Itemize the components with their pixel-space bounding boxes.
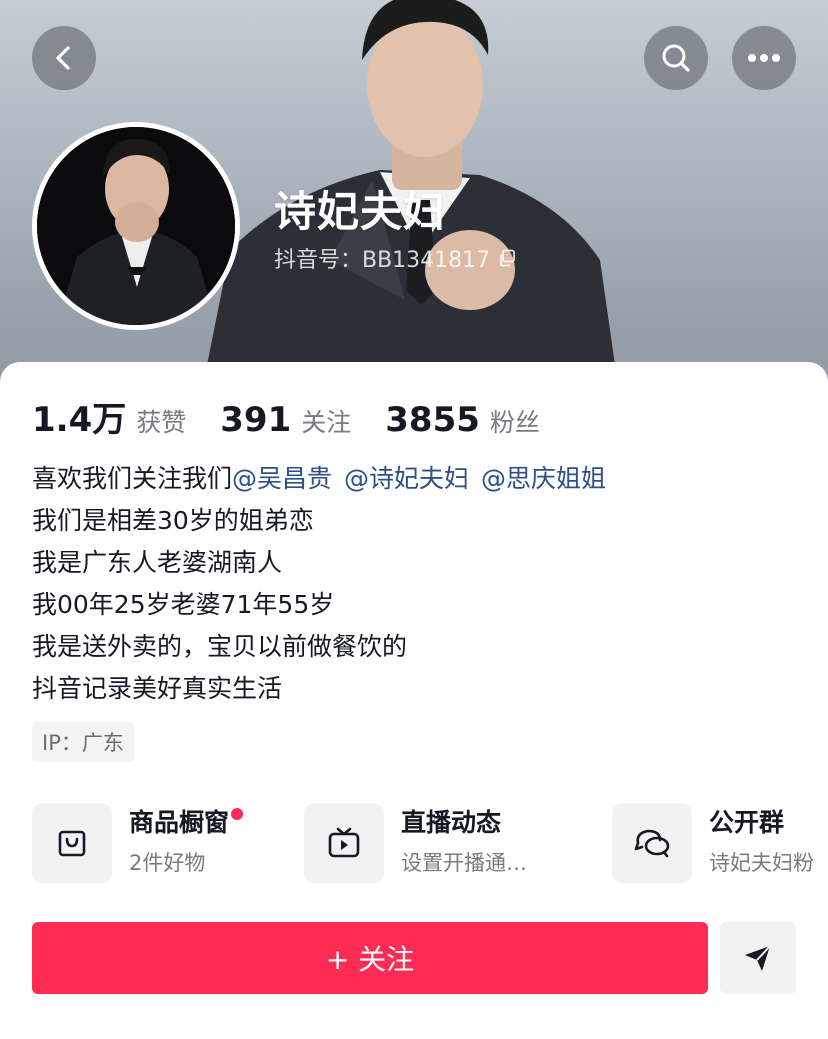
- profile-card: 1.4万 获赞 391 关注 3855 粉丝 喜欢我们关注我们@吴昌贵 @诗妃夫妇…: [0, 362, 828, 1039]
- more-dots-icon: [748, 54, 780, 62]
- stat-value: 1.4万: [32, 400, 127, 440]
- stat-value: 391: [220, 400, 292, 440]
- bio-text: 喜欢我们关注我们: [32, 464, 233, 493]
- feature-text: 商品橱窗 2件好物: [129, 806, 244, 880]
- stat-followers[interactable]: 3855 粉丝: [385, 400, 540, 440]
- feature-subtitle: 2件好物: [129, 851, 206, 875]
- chat-bubbles-icon: [634, 829, 670, 858]
- stat-label: 关注: [301, 408, 352, 437]
- feature-icon-box: [32, 803, 112, 883]
- stats-row: 1.4万 获赞 391 关注 3855 粉丝: [32, 392, 574, 441]
- feature-subtitle: 设置开播通…: [401, 851, 527, 875]
- profile-banner: 诗妃夫妇 抖音号：BB1341817: [0, 0, 828, 400]
- send-arrow-icon: [745, 945, 771, 971]
- douyin-id-row[interactable]: 抖音号：BB1341817: [274, 242, 516, 274]
- feature-showcase[interactable]: 商品橱窗 2件好物: [32, 802, 244, 884]
- bio-line: 抖音记录美好真实生活: [32, 674, 283, 703]
- feature-icon-box: [612, 803, 692, 883]
- nickname: 诗妃夫妇: [274, 187, 447, 236]
- feature-group[interactable]: 公开群 诗妃夫妇粉: [612, 802, 814, 884]
- feature-title: 直播动态: [401, 808, 502, 837]
- feature-entries: 商品橱窗 2件好物 直播动态 设置开播通… 公开群 诗妃夫妇粉: [32, 802, 828, 884]
- feature-subtitle: 诗妃夫妇粉: [709, 851, 814, 875]
- tv-live-icon: [328, 827, 360, 858]
- bio-line: 我们是相差30岁的姐弟恋: [32, 506, 314, 535]
- bio: 喜欢我们关注我们@吴昌贵 @诗妃夫妇 @思庆姐姐 我们是相差30岁的姐弟恋 我是广东…: [32, 458, 802, 710]
- back-arrow-icon: [56, 46, 70, 70]
- stat-label: 粉丝: [489, 408, 540, 437]
- follow-button[interactable]: + 关注: [32, 922, 708, 994]
- avatar-photo: [37, 127, 235, 325]
- notification-dot: [231, 808, 244, 820]
- feature-live[interactable]: 直播动态 设置开播通…: [304, 802, 527, 884]
- search-icon: [662, 44, 690, 72]
- back-button[interactable]: [32, 26, 96, 90]
- search-button[interactable]: [644, 26, 708, 90]
- mention-link[interactable]: @思庆姐姐: [481, 464, 606, 493]
- mention-link[interactable]: @吴昌贵: [232, 464, 332, 493]
- feature-title: 公开群: [709, 808, 785, 837]
- avatar[interactable]: [32, 122, 240, 330]
- stat-value: 3855: [385, 400, 480, 440]
- feature-text: 直播动态 设置开播通…: [401, 806, 527, 880]
- shopping-bag-icon: [58, 830, 86, 857]
- bio-line: 我00年25岁老婆71年55岁: [32, 590, 335, 619]
- share-button[interactable]: [720, 922, 796, 994]
- bio-line: 我是广东人老婆湖南人: [32, 548, 283, 577]
- bio-line: 喜欢我们关注我们@吴昌贵 @诗妃夫妇 @思庆姐姐: [32, 458, 802, 500]
- ip-location-tag: IP：广东: [32, 722, 134, 762]
- feature-icon-box: [304, 803, 384, 883]
- mention-link[interactable]: @诗妃夫妇: [344, 464, 469, 493]
- feature-title: 商品橱窗: [129, 808, 230, 837]
- stat-likes[interactable]: 1.4万 获赞: [32, 392, 186, 441]
- douyin-id: 抖音号：BB1341817: [274, 248, 491, 273]
- feature-text: 公开群 诗妃夫妇粉: [709, 806, 814, 880]
- stat-label: 获赞: [136, 408, 187, 437]
- stat-following[interactable]: 391 关注: [220, 400, 351, 440]
- copy-icon[interactable]: [498, 249, 516, 267]
- bio-line: 我是送外卖的，宝贝以前做餐饮的: [32, 632, 408, 661]
- more-button[interactable]: [732, 26, 796, 90]
- feature-title-wrap: 商品橱窗: [129, 806, 244, 840]
